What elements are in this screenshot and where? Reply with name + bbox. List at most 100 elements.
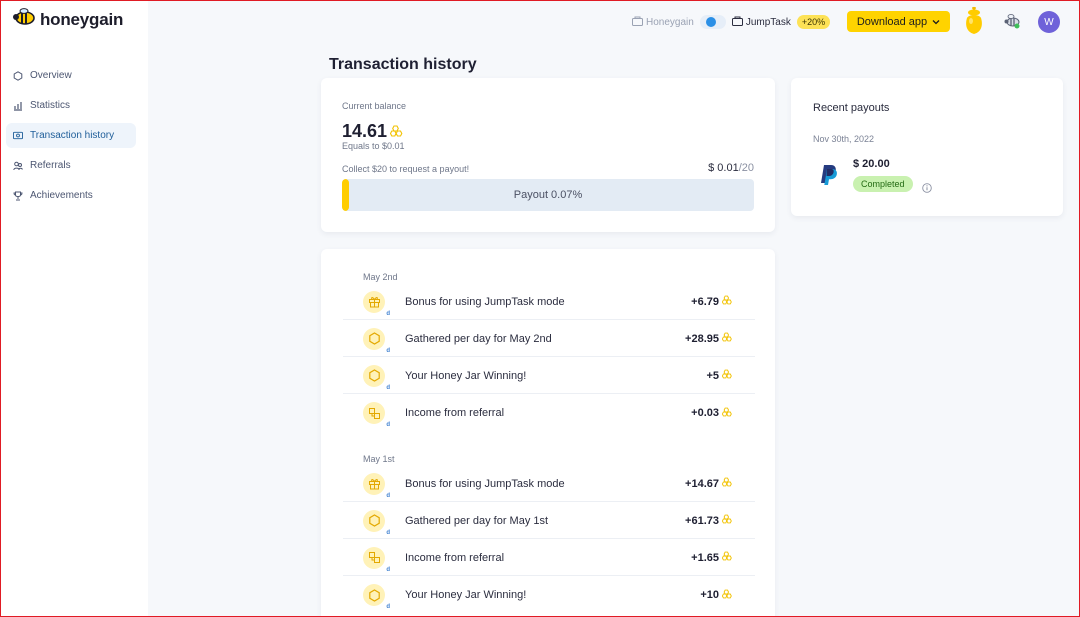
table-row: d Your Honey Jar Winning! +10: [343, 577, 755, 613]
tx-amount-value: +28.95: [685, 332, 719, 345]
sidebar-item-statistics[interactable]: Statistics: [6, 93, 136, 118]
gift-icon: d: [363, 472, 390, 499]
recent-payouts-card: Recent payouts Nov 30th, 2022 $ 20.00 Co…: [791, 78, 1063, 216]
tx-sub-mark: d: [386, 529, 390, 536]
trophy-icon: [13, 191, 23, 201]
sidebar-item-label: Statistics: [30, 100, 71, 111]
collect-text: Collect $20 to request a payout!: [342, 164, 470, 174]
sidebar-item-transaction-history[interactable]: Transaction history: [6, 123, 136, 148]
sidebar-nav: Overview Statistics Transaction history …: [6, 63, 136, 213]
tx-label: Income from referral: [405, 407, 505, 419]
tx-amount-value: +0.03: [691, 407, 719, 419]
balance-value-row: 14.61: [342, 121, 404, 142]
gift-icon: d: [363, 290, 390, 317]
tx-amount-value: +6.79: [691, 295, 719, 308]
tx-amount: +61.73: [685, 514, 733, 527]
chart-icon: [13, 101, 23, 111]
tx-amount: +6.79: [691, 295, 733, 308]
sidebar-item-label: Transaction history: [30, 130, 115, 141]
tx-label: Income from referral: [405, 551, 505, 564]
tx-amount-value: +14.67: [685, 477, 719, 490]
table-row: d Gathered per day for May 1st +61.73: [343, 503, 755, 539]
table-row: d Bonus for using JumpTask mode +14.67: [343, 466, 755, 502]
honey-coin-icon: [721, 407, 733, 420]
logo[interactable]: honeygain: [12, 8, 123, 31]
recent-payouts-title: Recent payouts: [813, 102, 890, 114]
tx-sub-mark: d: [386, 604, 390, 610]
top-bar: Honeygain JumpTask +20% Download app W: [148, 0, 1080, 44]
logo-text: honeygain: [40, 9, 124, 29]
tx-sub-mark: d: [386, 422, 390, 428]
mode-jumptask-label: JumpTask: [745, 16, 791, 28]
balance-card: Current balance 14.61 Equals to $0.01 Co…: [321, 78, 775, 232]
honey-coin-icon: [721, 589, 733, 602]
honey-coin-icon: [389, 121, 404, 142]
sidebar-item-overview[interactable]: Overview: [6, 63, 136, 88]
people-icon: [13, 161, 23, 171]
balance-equals: Equals to $0.01: [342, 141, 405, 151]
sidebar-item-label: Achievements: [30, 190, 93, 201]
mode-jumptask[interactable]: JumpTask: [731, 16, 791, 29]
table-row: d Your Honey Jar Winning! +5: [343, 358, 755, 394]
page-title: Transaction history: [329, 56, 477, 73]
avatar[interactable]: W: [1038, 11, 1060, 33]
tx-sub-mark: d: [386, 566, 390, 573]
tx-label: Gathered per day for May 2nd: [405, 332, 552, 345]
info-icon[interactable]: [922, 180, 932, 198]
honey-coin-icon: [721, 369, 733, 382]
mode-switch[interactable]: [699, 15, 726, 29]
tx-amount-value: +1.65: [691, 551, 719, 564]
tx-group-date: May 1st: [363, 454, 395, 464]
table-row: d Income from referral +0.03: [343, 395, 755, 431]
honey-coin-icon: [721, 477, 733, 490]
banknote-icon: [13, 131, 23, 141]
tx-label: Bonus for using JumpTask mode: [405, 295, 565, 308]
honey-coin-icon: [721, 295, 733, 308]
honey-jar-icon[interactable]: [963, 6, 985, 41]
payout-progress-label: Payout 0.07%: [513, 189, 583, 201]
sidebar: honeygain Overview Statistics Transactio…: [0, 0, 148, 617]
payout-amount: $ 20.00: [853, 158, 890, 170]
download-app-label: Download app: [856, 15, 928, 28]
table-row: d Income from referral +1.65: [343, 540, 755, 576]
honey-coin-icon: [721, 332, 733, 345]
tx-amount-value: +5: [706, 369, 719, 382]
jumptask-mode-icon: [731, 16, 743, 29]
mode-honeygain[interactable]: Honeygain: [632, 16, 694, 29]
tx-sub-mark: d: [386, 310, 390, 317]
transactions-card: May 2nd d Bonus for using JumpTask mode …: [321, 249, 775, 617]
tx-sub-mark: d: [386, 492, 390, 499]
paypal-icon: [819, 163, 839, 192]
balance-value: 14.61: [342, 121, 388, 141]
tx-sub-mark: d: [386, 347, 390, 354]
tx-amount-value: +61.73: [685, 514, 719, 527]
progress-amount: $ 0.01/20: [708, 162, 754, 174]
hexagon-coin-icon: d: [363, 327, 390, 354]
hexagon-coin-icon: d: [363, 364, 390, 391]
table-row: d Gathered per day for May 2nd +28.95: [343, 321, 755, 357]
referral-icon: d: [363, 402, 390, 428]
tx-label: Bonus for using JumpTask mode: [405, 477, 565, 490]
tx-label: Gathered per day for May 1st: [405, 514, 549, 527]
tx-amount: +28.95: [685, 332, 733, 345]
sidebar-item-achievements[interactable]: Achievements: [6, 183, 136, 208]
tx-amount: +14.67: [685, 477, 733, 490]
tx-amount: +10: [700, 589, 733, 602]
sidebar-item-label: Referrals: [30, 160, 71, 171]
tx-amount-value: +10: [700, 589, 719, 601]
honey-coin-icon: [721, 551, 733, 564]
tx-sub-mark: d: [386, 384, 390, 391]
tx-amount: +5: [706, 369, 733, 382]
honey-coin-icon: [721, 514, 733, 527]
sidebar-item-referrals[interactable]: Referrals: [6, 153, 136, 178]
sidebar-item-label: Overview: [30, 70, 72, 81]
tx-group-date: May 2nd: [363, 272, 398, 282]
bee-icon[interactable]: [1002, 12, 1022, 35]
tx-amount: +1.65: [691, 551, 733, 564]
honeygain-mode-icon: [632, 16, 643, 29]
progress-current: $ 0.01: [708, 162, 739, 174]
progress-target: /20: [738, 162, 754, 174]
status-badge: Completed: [853, 176, 913, 192]
referral-icon: d: [363, 546, 390, 573]
download-app-button[interactable]: Download app: [847, 11, 950, 32]
